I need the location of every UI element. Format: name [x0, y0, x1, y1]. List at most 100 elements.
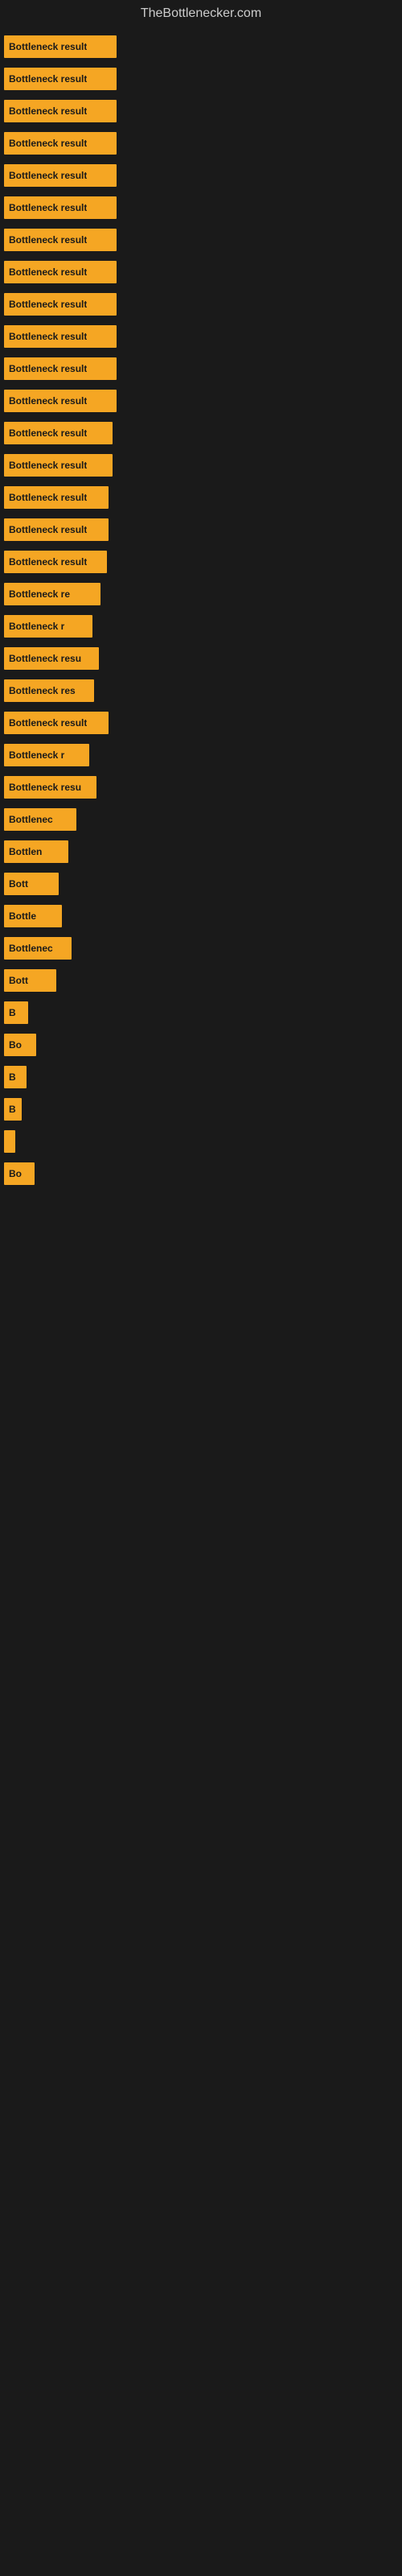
- bar-label: Bottle: [9, 910, 36, 922]
- bar-row: Bottleneck result: [4, 100, 394, 122]
- bar-label: Bottleneck result: [9, 395, 87, 407]
- bar-row: [4, 1130, 394, 1153]
- bar-row: Bott: [4, 969, 394, 992]
- bar-item: Bottlenec: [4, 808, 76, 831]
- bar-label: Bottleneck result: [9, 170, 87, 181]
- bar-label: Bottleneck result: [9, 460, 87, 471]
- bar-item: Bo: [4, 1034, 36, 1056]
- bar-label: B: [9, 1007, 16, 1018]
- bar-row: Bottleneck result: [4, 390, 394, 412]
- bar-label: B: [9, 1071, 16, 1083]
- bar-item: Bottleneck resu: [4, 776, 96, 799]
- bar-label: Bottleneck r: [9, 621, 64, 632]
- bar-label: Bottleneck result: [9, 556, 87, 568]
- bar-item: Bo: [4, 1162, 35, 1185]
- bar-row: Bottleneck result: [4, 229, 394, 251]
- bar-label: Bott: [9, 975, 28, 986]
- bars-container: Bottleneck result Bottleneck result Bottle…: [0, 27, 402, 1203]
- bar-item: Bottleneck r: [4, 615, 92, 638]
- bar-row: Bo: [4, 1034, 394, 1056]
- bar-item: Bottleneck result: [4, 100, 117, 122]
- bar-row: Bottlen: [4, 840, 394, 863]
- bar-item: Bottleneck result: [4, 454, 113, 477]
- bar-item: Bottleneck result: [4, 712, 109, 734]
- bar-item: Bottleneck result: [4, 390, 117, 412]
- site-title: TheBottlenecker.com: [0, 0, 402, 27]
- bar-item: Bottleneck result: [4, 325, 117, 348]
- bar-row: Bottleneck result: [4, 325, 394, 348]
- bar-row: Bottlenec: [4, 808, 394, 831]
- bar-label: Bo: [9, 1039, 22, 1051]
- bar-item: Bottleneck re: [4, 583, 100, 605]
- bar-row: Bottleneck result: [4, 132, 394, 155]
- bar-row: Bottleneck r: [4, 744, 394, 766]
- bar-row: Bottleneck result: [4, 518, 394, 541]
- bar-label: Bo: [9, 1168, 22, 1179]
- bar-item: [4, 1130, 15, 1153]
- bar-item: Bottleneck result: [4, 164, 117, 187]
- bar-label: Bottleneck result: [9, 266, 87, 278]
- bar-label: Bottleneck result: [9, 331, 87, 342]
- bar-label: Bottleneck result: [9, 717, 87, 729]
- bar-row: Bottlenec: [4, 937, 394, 960]
- bar-label: Bottlenec: [9, 814, 53, 825]
- bar-row: Bottleneck res: [4, 679, 394, 702]
- bar-label: Bottleneck result: [9, 234, 87, 246]
- bar-label: Bottleneck result: [9, 299, 87, 310]
- bar-label: Bottleneck result: [9, 492, 87, 503]
- bar-label: Bottleneck r: [9, 749, 64, 761]
- bar-item: Bottleneck res: [4, 679, 94, 702]
- bar-label: Bottleneck re: [9, 588, 70, 600]
- bar-row: Bottleneck result: [4, 551, 394, 573]
- bar-row: Bottleneck result: [4, 261, 394, 283]
- bar-row: Bottleneck r: [4, 615, 394, 638]
- bar-row: Bottleneck resu: [4, 776, 394, 799]
- bar-row: Bottleneck result: [4, 357, 394, 380]
- bar-item: Bottleneck r: [4, 744, 89, 766]
- bar-item: Bottleneck result: [4, 261, 117, 283]
- bar-label: Bottleneck res: [9, 685, 76, 696]
- bar-item: Bottleneck result: [4, 518, 109, 541]
- bar-label: Bottlen: [9, 846, 42, 857]
- bar-item: Bott: [4, 969, 56, 992]
- bar-label: Bottleneck result: [9, 524, 87, 535]
- bar-label: B: [9, 1104, 16, 1115]
- bar-item: Bottle: [4, 905, 62, 927]
- bar-item: B: [4, 1066, 27, 1088]
- bar-label: Bottleneck resu: [9, 782, 81, 793]
- bar-label: Bottleneck result: [9, 138, 87, 149]
- bar-row: Bott: [4, 873, 394, 895]
- bar-item: B: [4, 1001, 28, 1024]
- bar-row: Bottleneck resu: [4, 647, 394, 670]
- bar-row: Bottleneck result: [4, 35, 394, 58]
- bar-label: Bottleneck result: [9, 73, 87, 85]
- bar-row: Bottleneck result: [4, 164, 394, 187]
- bar-label: Bottleneck result: [9, 427, 87, 439]
- bar-item: Bottleneck result: [4, 132, 117, 155]
- bar-row: B: [4, 1066, 394, 1088]
- bar-item: Bottleneck result: [4, 68, 117, 90]
- bar-item: B: [4, 1098, 22, 1121]
- bar-label: Bottleneck result: [9, 41, 87, 52]
- bar-row: Bo: [4, 1162, 394, 1185]
- bar-row: Bottleneck result: [4, 422, 394, 444]
- bar-item: Bottleneck result: [4, 486, 109, 509]
- bar-row: Bottleneck result: [4, 454, 394, 477]
- bar-item: Bottleneck result: [4, 196, 117, 219]
- bar-row: Bottleneck re: [4, 583, 394, 605]
- bar-item: Bottleneck result: [4, 293, 117, 316]
- bar-item: Bottleneck resu: [4, 647, 99, 670]
- bar-row: B: [4, 1098, 394, 1121]
- bar-item: Bottleneck result: [4, 229, 117, 251]
- bar-item: Bottlen: [4, 840, 68, 863]
- bar-item: Bottleneck result: [4, 551, 107, 573]
- bar-label: Bottleneck result: [9, 105, 87, 117]
- bar-item: Bott: [4, 873, 59, 895]
- bar-item: Bottleneck result: [4, 35, 117, 58]
- bar-row: B: [4, 1001, 394, 1024]
- bar-label: Bottleneck result: [9, 363, 87, 374]
- bar-row: Bottleneck result: [4, 486, 394, 509]
- bar-item: Bottlenec: [4, 937, 72, 960]
- bar-row: Bottle: [4, 905, 394, 927]
- bar-label: Bottleneck resu: [9, 653, 81, 664]
